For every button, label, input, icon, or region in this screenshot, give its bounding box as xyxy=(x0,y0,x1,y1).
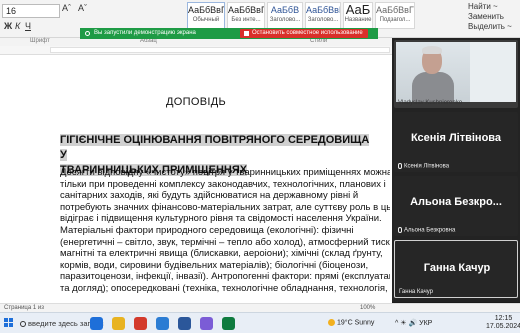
italic-button[interactable]: К xyxy=(15,21,20,31)
body-line: та догляд); опосередковані (техніка, тех… xyxy=(60,282,388,294)
participant-tile[interactable]: Альона Безкро... Альона Безкровна xyxy=(394,176,518,236)
body-line: відіграє і підвищення культурного рівня … xyxy=(60,213,382,225)
select-button[interactable]: Выделить ~ xyxy=(468,22,512,32)
taskbar-search[interactable]: ввeдите здесь запрос xyxy=(20,317,104,330)
style-normal[interactable]: АаБбВвГг, Обычный xyxy=(187,2,225,29)
body-line: Матеріальні фактори природного середовищ… xyxy=(60,224,354,236)
clock-date: 17.05.2024 xyxy=(486,323,520,330)
participant-label-text: Ксенія Літвінова xyxy=(404,164,450,170)
status-bar: Страница 1 из 100% xyxy=(0,303,520,312)
find-button[interactable]: Найти ~ xyxy=(468,2,512,12)
style-name: Название xyxy=(344,17,372,23)
font-format-buttons: Aˆ Aˇ xyxy=(62,3,92,13)
style-sample: АаБбВ xyxy=(270,5,300,15)
underline-button[interactable]: Ч xyxy=(25,21,31,31)
body-line: тільки при проведенні комплексу законода… xyxy=(60,178,386,190)
teams-icon[interactable] xyxy=(200,317,213,330)
style-name: Без инте... xyxy=(231,17,261,23)
participant-label: Ганна Качур xyxy=(399,289,433,295)
style-name: Заголово... xyxy=(307,17,339,23)
chevron-up-icon[interactable]: ^ xyxy=(395,320,398,327)
body-line: Досягти відповідну «чистоту» повітря у т… xyxy=(60,167,390,178)
style-sample: АаБбВвГг, xyxy=(188,5,224,15)
participant-tile-video[interactable]: Vladyslav Kushnierenko xyxy=(394,40,518,108)
bold-button[interactable]: Ж xyxy=(4,21,12,31)
tray-icons[interactable]: ^ ☀ 🔊 УКР xyxy=(395,319,432,327)
document-body: Досягти відповідну «чистоту» повітря у т… xyxy=(60,167,390,295)
weather-widget[interactable]: 19°C Sunny xyxy=(328,319,374,326)
participant-tile[interactable]: Ксенія Літвінова Ксенія Літвінова xyxy=(394,112,518,172)
font-size-value: 16 xyxy=(6,6,17,16)
style-no-spacing[interactable]: АаБбВвГг, Без инте... xyxy=(227,2,265,29)
style-sample: АаБ xyxy=(345,2,371,17)
ruler xyxy=(0,46,392,55)
weather-text: 19°C Sunny xyxy=(337,319,375,327)
person-hair xyxy=(422,46,442,54)
ruler-track[interactable] xyxy=(50,47,390,53)
grow-font-button[interactable]: Aˆ xyxy=(62,3,71,13)
windows-start-icon[interactable] xyxy=(4,318,14,328)
taskbar-clock[interactable]: 12:15 17.05.2024 xyxy=(486,315,520,331)
participant-label-text: Альона Безкровна xyxy=(404,228,456,234)
participant-name-large: Ксенія Літвінова xyxy=(410,132,502,144)
group-label-font: Шрифт xyxy=(30,38,50,44)
sun-icon xyxy=(328,319,335,326)
style-subtitle[interactable]: АаБбВвГг Подзагол... xyxy=(375,2,415,29)
style-sample: АаБбВвГг xyxy=(376,5,415,15)
page-count: Страница 1 из xyxy=(4,305,44,311)
document-title: ДОПОВІДЬ xyxy=(166,96,226,108)
participant-label: Vladyslav Kushnierenko xyxy=(398,100,463,106)
body-line: потребують значних фінансово-матеріальни… xyxy=(60,201,390,213)
shrink-font-button[interactable]: Aˇ xyxy=(78,3,87,13)
opera-icon[interactable] xyxy=(134,317,147,330)
word-icon[interactable] xyxy=(178,317,191,330)
participant-name-large: Альона Безкро... xyxy=(410,196,502,208)
app-icon[interactable] xyxy=(222,317,235,330)
participant-label: Альона Безкровна xyxy=(398,227,455,234)
body-line: кормів, води, сировини будівельних матер… xyxy=(60,259,369,271)
body-line: магнітні та електричні явища (блискавки,… xyxy=(60,248,383,260)
font-size-box[interactable]: 16 xyxy=(2,4,60,18)
browser-icon[interactable] xyxy=(156,317,169,330)
stop-sharing-label: Остановить совместное использование xyxy=(252,30,363,36)
zoom-level[interactable]: 100% xyxy=(360,305,375,311)
style-name: Подзагол... xyxy=(379,17,411,23)
heading-line: ГІГІЄНІЧНЕ ОЦІНЮВАННЯ ПОВІТРЯНОГО СЕРЕДО… xyxy=(60,134,370,161)
screen-share-banner: Вы запустили демонстрацию экрана Останов… xyxy=(80,28,378,39)
background-shelf xyxy=(470,42,516,102)
stop-sharing-button[interactable]: Остановить совместное использование xyxy=(240,29,368,38)
participant-name-large: Ганна Качур xyxy=(423,262,491,274)
language-indicator[interactable]: УКР xyxy=(419,320,432,327)
search-icon xyxy=(20,321,26,328)
taskbar-app-icon[interactable] xyxy=(90,317,103,330)
mic-icon xyxy=(398,163,402,170)
style-heading-1[interactable]: АаБбВ Заголово... xyxy=(267,2,303,29)
stop-icon xyxy=(244,31,249,36)
participant-label: Ксенія Літвінова xyxy=(398,163,449,170)
body-line: паразитоценози, інфекції, інвазії). Антр… xyxy=(60,271,390,283)
participant-tile-active[interactable]: Ганна Качур Ганна Качур xyxy=(394,240,518,298)
screen-share-text: Вы запустили демонстрацию экрана xyxy=(94,30,196,36)
style-sample: АаБбВвГг, xyxy=(228,5,264,15)
video-call-panel: Vladyslav Kushnierenko Ксенія Літвінова … xyxy=(392,38,520,312)
screen-share-icon xyxy=(85,31,90,36)
style-name: Обычный xyxy=(192,17,220,23)
camera-feed xyxy=(396,42,516,102)
person-torso xyxy=(412,72,454,102)
body-line: санітарних заходів, які будуть здійснюва… xyxy=(60,190,359,202)
document-page[interactable]: ДОПОВІДЬ ГІГІЄНІЧНЕ ОЦІНЮВАННЯ ПОВІТРЯНО… xyxy=(0,56,392,312)
windows-taskbar: ввeдите здесь запрос 19°C Sunny ^ ☀ 🔊 УК… xyxy=(0,312,520,333)
mic-icon xyxy=(398,227,402,234)
style-name: Заголово... xyxy=(269,17,301,23)
style-title[interactable]: АаБ Название xyxy=(343,2,373,29)
file-explorer-icon[interactable] xyxy=(112,317,125,330)
style-sample: АаБбВвГ xyxy=(306,5,341,15)
body-line: (енергетичні – світло, звук, термічні – … xyxy=(60,236,390,248)
clock-time: 12:15 xyxy=(494,315,513,322)
screen: 16 Aˆ Aˇ Ж К Ч АаБбВвГг, Обычный АаБбВвГ… xyxy=(0,0,520,333)
style-heading-2[interactable]: АаБбВвГ Заголово... xyxy=(305,2,341,29)
editing-group: Найти ~ Заменить Выделить ~ xyxy=(468,2,512,32)
replace-button[interactable]: Заменить xyxy=(468,12,512,22)
